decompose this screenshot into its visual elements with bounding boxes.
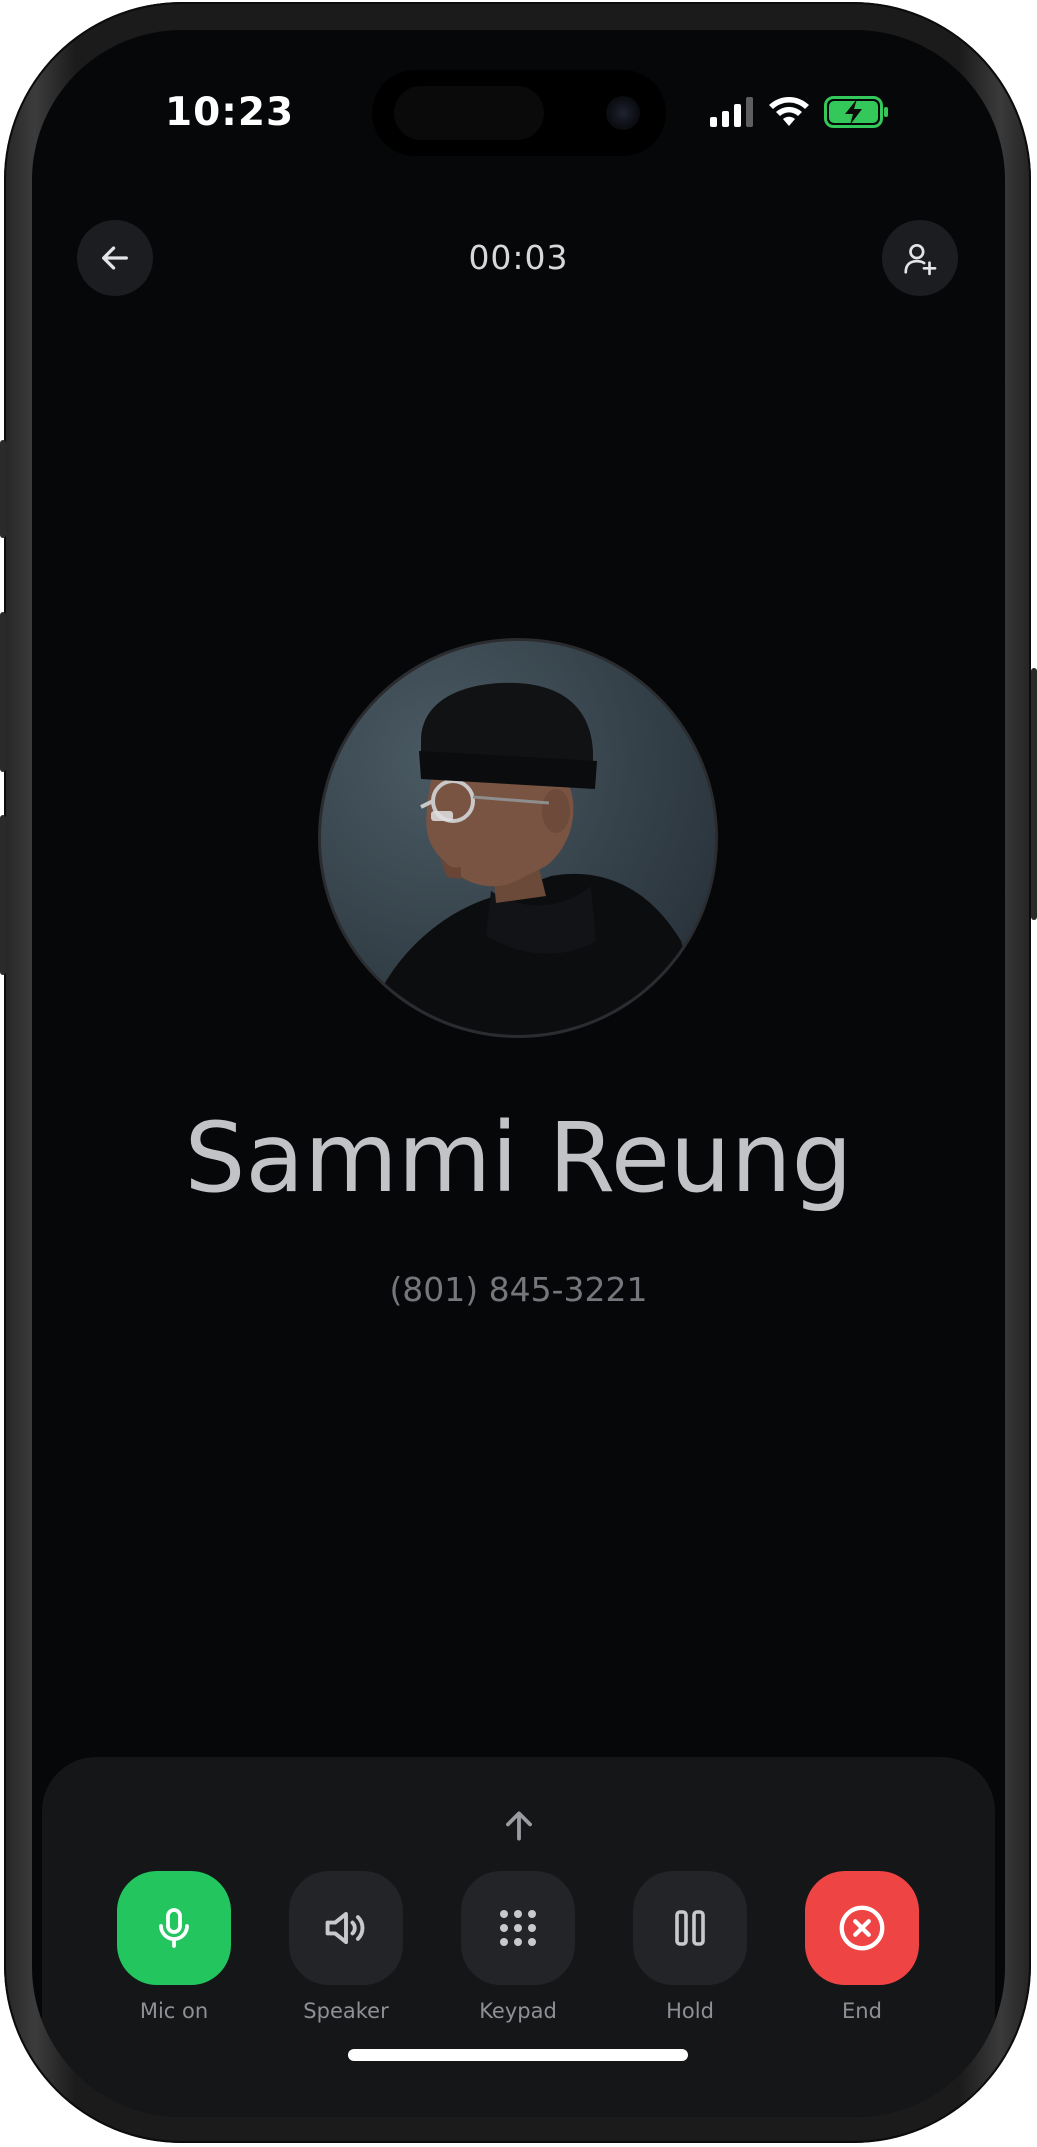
arrow-up-icon[interactable] <box>500 1807 538 1845</box>
call-duration: 00:03 <box>468 238 569 277</box>
phone-mockup: 10:23 00:03 Sammi Reung (801) 845-3221 M… <box>0 0 1037 2147</box>
wifi-icon <box>769 97 809 126</box>
hold-button[interactable] <box>633 1871 747 1985</box>
end-call-button[interactable] <box>805 1871 919 1985</box>
hold-label: Hold <box>666 1999 714 2023</box>
person-add-icon <box>904 243 937 276</box>
hold-control: Hold <box>633 1871 747 2023</box>
contact-name: Sammi Reung <box>184 1102 853 1214</box>
keypad-label: Keypad <box>479 1999 557 2023</box>
contact-number: (801) 845-3221 <box>389 1270 648 1309</box>
speaker-label: Speaker <box>303 1999 389 2023</box>
mic-control: Mic on <box>117 1871 231 2023</box>
mic-label: Mic on <box>139 1999 209 2023</box>
home-indicator[interactable] <box>348 2049 688 2061</box>
status-time: 10:23 <box>165 90 295 135</box>
end-label: End <box>842 1999 882 2023</box>
front-camera <box>606 96 640 130</box>
mic-button[interactable] <box>117 1871 231 1985</box>
battery-charging-icon <box>824 96 888 128</box>
power-button <box>1031 668 1037 920</box>
volume-up-button <box>0 612 6 772</box>
keypad-button[interactable] <box>461 1871 575 1985</box>
cellular-signal-icon <box>710 97 753 127</box>
call-controls-panel: Mic on Speaker Keypad Hold End <box>42 1757 995 2117</box>
close-circle-icon <box>839 1905 885 1951</box>
dynamic-island <box>372 70 666 156</box>
pause-icon <box>675 1910 705 1946</box>
speaker-button[interactable] <box>289 1871 403 1985</box>
keypad-control: Keypad <box>461 1871 575 2023</box>
speaker-icon <box>325 1911 365 1945</box>
contact-avatar <box>318 638 718 1038</box>
mute-switch <box>0 440 6 538</box>
call-screen: 10:23 00:03 Sammi Reung (801) 845-3221 M… <box>32 30 1005 2117</box>
add-contact-button[interactable] <box>882 220 958 296</box>
keypad-icon <box>500 1910 536 1946</box>
volume-down-button <box>0 815 6 975</box>
status-icons <box>710 94 890 130</box>
contact-photo <box>321 641 715 1035</box>
speaker-control: Speaker <box>289 1871 403 2023</box>
end-control: End <box>805 1871 919 2023</box>
microphone-icon <box>159 1908 189 1948</box>
